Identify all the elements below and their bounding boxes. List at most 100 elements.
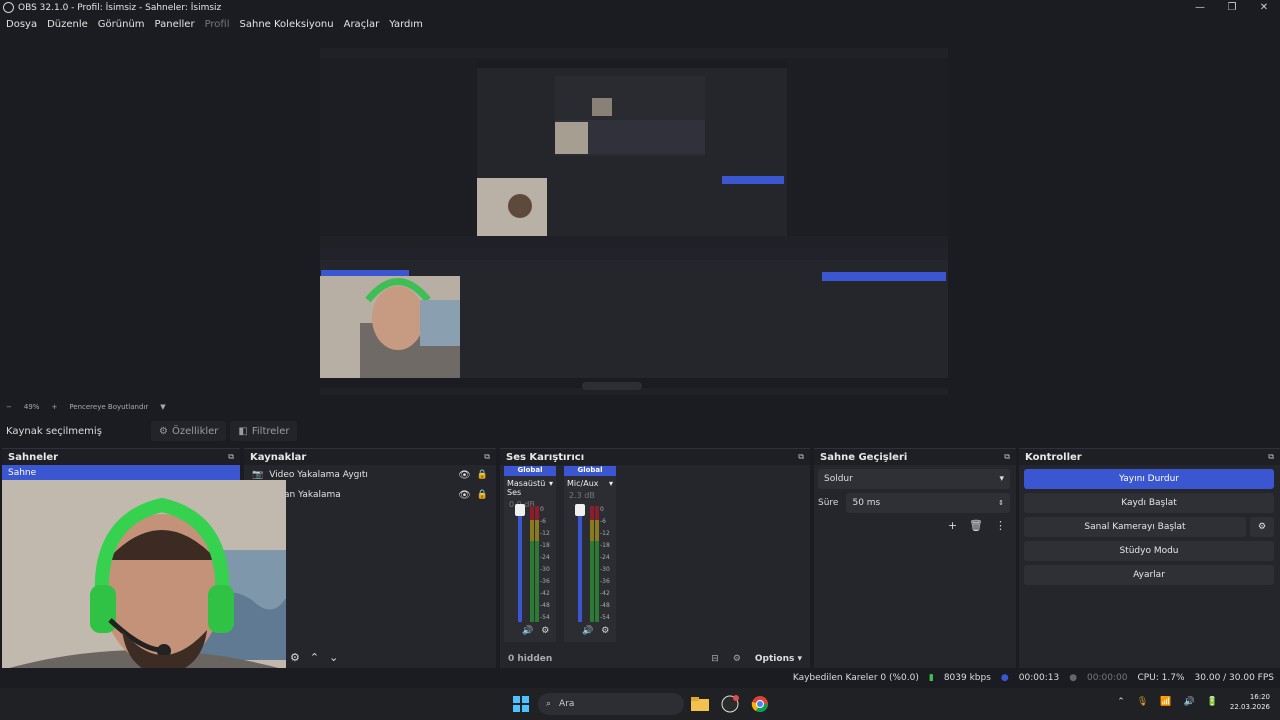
- menu-scene-collection[interactable]: Sahne Koleksiyonu: [240, 19, 334, 30]
- channel-name: Masaüstü Ses: [507, 479, 546, 497]
- source-properties-gear-icon[interactable]: ⚙: [290, 651, 300, 664]
- file-explorer-icon[interactable]: [690, 694, 710, 714]
- clock-date: 22.03.2026: [1229, 703, 1270, 711]
- lock-icon[interactable]: 🔒: [477, 490, 488, 500]
- properties-button[interactable]: ⚙ Özellikler: [151, 421, 227, 441]
- minimize-button[interactable]: —: [1184, 0, 1216, 15]
- scene-transitions-dock: Sahne Geçişleri ⧉ Soldur ▾ Süre 50 ms ⇕ …: [814, 448, 1016, 668]
- zoom-mode-dropdown[interactable]: ▼: [160, 403, 165, 411]
- zoom-value: 49%: [23, 403, 40, 411]
- menu-profile[interactable]: Profil: [205, 19, 230, 30]
- stream-status-icon: ●: [1000, 673, 1009, 683]
- menu-tools[interactable]: Araçlar: [344, 19, 380, 30]
- settings-button[interactable]: Ayarlar: [1024, 565, 1274, 585]
- undock-icon[interactable]: ⧉: [1268, 452, 1274, 462]
- close-button[interactable]: ✕: [1248, 0, 1280, 15]
- studio-mode-button[interactable]: Stüdyo Modu: [1024, 541, 1274, 561]
- scene-item[interactable]: Sahne: [2, 465, 240, 481]
- window-controls: — ❐ ✕: [1184, 0, 1280, 15]
- volume-icon[interactable]: 🔊: [1183, 697, 1194, 707]
- move-down-icon[interactable]: ⌄: [329, 651, 338, 664]
- search-icon: ⌕: [546, 699, 552, 709]
- lock-icon[interactable]: 🔒: [477, 470, 488, 480]
- channel-select[interactable]: Masaüstü Ses ▾: [504, 476, 556, 500]
- chrome-icon[interactable]: [750, 694, 770, 714]
- menu-file[interactable]: Dosya: [6, 19, 37, 30]
- microphone-icon[interactable]: 🎙: [1137, 697, 1148, 707]
- zoom-bar: − 49% + Pencereye Boyutlandır ▼: [0, 399, 1280, 415]
- audio-mixer-dock: Ses Karıştırıcı ⧉ Global Masaüstü Ses▾ 0…: [500, 448, 810, 668]
- volume-fader-knob[interactable]: [515, 504, 525, 516]
- channel-settings-icon[interactable]: ⚙: [601, 626, 609, 636]
- zoom-in-button[interactable]: +: [51, 403, 57, 411]
- mixer-channel-mic: Global Mic/Aux ▾ 2.3 dB 0 -6 -12 -18 -24 -30 -3…: [564, 466, 616, 642]
- advanced-audio-icon[interactable]: ⚙: [733, 654, 741, 664]
- window-titlebar: OBS 32.1.0 - Profil: İsimsiz - Sahneler:…: [0, 0, 1280, 15]
- visibility-eye-icon[interactable]: 👁: [458, 470, 471, 481]
- transition-select-row: Soldur ▾: [818, 469, 1010, 489]
- menu-help[interactable]: Yardım: [389, 19, 423, 30]
- options-button[interactable]: Options ▾: [755, 654, 802, 664]
- trash-icon[interactable]: 🗑: [969, 519, 983, 532]
- dropdown-arrow-icon: ▾: [999, 474, 1004, 484]
- scenes-dock-title: Sahneler ⧉: [2, 449, 240, 465]
- filter-icon: ◧: [238, 425, 248, 437]
- more-icon[interactable]: ⋮: [995, 519, 1006, 532]
- volume-fader-track[interactable]: [578, 506, 582, 622]
- sources-title: Kaynaklar: [250, 451, 307, 463]
- zoom-out-button[interactable]: −: [6, 403, 12, 411]
- volume-fader-knob[interactable]: [575, 504, 585, 516]
- move-up-icon[interactable]: ⌃: [310, 651, 319, 664]
- stop-streaming-button[interactable]: Yayını Durdur: [1024, 469, 1274, 489]
- menu-edit[interactable]: Düzenle: [47, 19, 88, 30]
- transition-select[interactable]: Soldur ▾: [818, 469, 1010, 489]
- record-time: 00:00:00: [1087, 673, 1128, 683]
- windows-start-icon[interactable]: [511, 694, 531, 714]
- start-virtual-camera-button[interactable]: Sanal Kamerayı Başlat: [1024, 517, 1246, 537]
- undock-icon[interactable]: ⧉: [484, 452, 490, 462]
- channel-select[interactable]: Mic/Aux ▾: [564, 476, 616, 491]
- undock-icon[interactable]: ⧉: [228, 452, 234, 462]
- program-preview[interactable]: [320, 38, 948, 395]
- volume-fader-track[interactable]: [518, 506, 522, 622]
- layout-icon[interactable]: ⊟: [711, 654, 719, 664]
- dropdown-arrow-icon: ▾: [548, 479, 553, 488]
- wifi-icon[interactable]: 📶: [1160, 697, 1171, 707]
- signal-bars-icon: ▮: [928, 673, 934, 683]
- window-title: OBS 32.1.0 - Profil: İsimsiz - Sahneler:…: [18, 2, 222, 13]
- maximize-button[interactable]: ❐: [1216, 0, 1248, 15]
- battery-icon[interactable]: 🔋: [1207, 697, 1218, 707]
- add-icon[interactable]: +: [948, 519, 957, 532]
- menu-docks[interactable]: Paneller: [155, 19, 195, 30]
- properties-label: Özellikler: [171, 425, 219, 437]
- virtual-camera-settings-icon[interactable]: ⚙: [1250, 517, 1274, 537]
- channel-settings-icon[interactable]: ⚙: [541, 626, 549, 636]
- mixer-footer: 0 hidden ⊟ ⚙ Options ▾: [508, 654, 802, 664]
- menu-view[interactable]: Görünüm: [98, 19, 145, 30]
- duration-input[interactable]: 50 ms ⇕: [846, 493, 1010, 513]
- filters-button[interactable]: ◧ Filtreler: [230, 421, 298, 441]
- channel-badge: Global: [504, 466, 556, 476]
- record-status-icon: ●: [1069, 673, 1078, 683]
- chevron-up-icon[interactable]: ⌃: [1117, 697, 1125, 707]
- start-recording-button[interactable]: Kaydı Başlat: [1024, 493, 1274, 513]
- undock-icon[interactable]: ⧉: [1004, 452, 1010, 462]
- visibility-eye-icon[interactable]: 👁: [458, 490, 471, 501]
- obs-taskbar-icon[interactable]: [720, 694, 740, 714]
- controls-title: Kontroller: [1025, 451, 1082, 463]
- spinner-icon: ⇕: [998, 499, 1004, 507]
- speaker-icon[interactable]: 🔊: [582, 626, 593, 636]
- channel-actions: 🔊 ⚙: [582, 626, 609, 636]
- zoom-mode: Pencereye Boyutlandır: [69, 403, 149, 411]
- taskbar-search[interactable]: ⌕ Ara: [538, 693, 684, 715]
- level-meter: [590, 506, 594, 622]
- recursive-preview-image: [320, 38, 948, 395]
- mixer-channel-desktop: Global Masaüstü Ses▾ 0.0 dB 0-6-12-18-24…: [504, 466, 556, 642]
- clock[interactable]: 16:20 22.03.2026: [1230, 692, 1270, 712]
- obs-logo-icon: [3, 2, 14, 13]
- meter-ticks: 0 -6 -12 -18 -24 -30 -36 -42 -48 -54: [540, 506, 550, 621]
- undock-icon[interactable]: ⧉: [798, 452, 804, 462]
- speaker-icon[interactable]: 🔊: [522, 626, 533, 636]
- meter-ticks: 0 -6 -12 -18 -24 -30 -36 -42 -48 -54: [600, 506, 610, 621]
- channel-name: Mic/Aux: [567, 479, 599, 488]
